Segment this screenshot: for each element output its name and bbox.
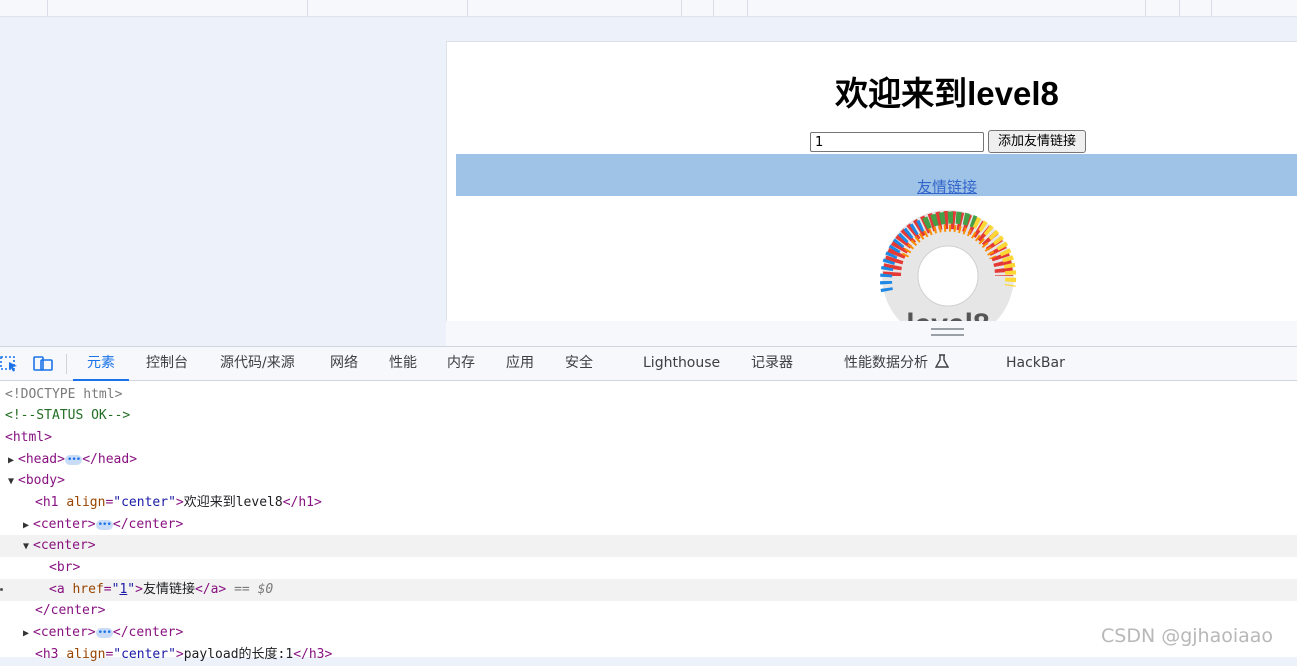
tab-lighthouse[interactable]: Lighthouse <box>643 347 720 381</box>
tab-security[interactable]: 安全 <box>565 347 593 381</box>
level8-logo-image: level8 <box>880 210 1017 324</box>
collapse-triangle-icon[interactable]: ▼ <box>23 536 33 558</box>
inspect-element-icon[interactable] <box>0 354 20 372</box>
strip-divider <box>681 0 682 16</box>
toolbar-divider <box>66 354 67 374</box>
comment-text: <!--STATUS OK--> <box>5 408 131 423</box>
tab-console[interactable]: 控制台 <box>146 347 188 381</box>
flask-icon <box>934 354 950 368</box>
h3-close-tag: </h3> <box>293 647 333 662</box>
dom-html[interactable]: <html> <box>0 427 1297 449</box>
tab-application[interactable]: 应用 <box>506 347 534 381</box>
page-area: 欢迎来到level8 添加友情链接 友情链接 level8 <box>0 17 1297 346</box>
h1-attr-name: align <box>66 495 106 510</box>
head-close-tag: </head> <box>82 452 138 467</box>
page-title: 欢迎来到level8 <box>835 75 1059 112</box>
ellipsis-icon[interactable]: ••• <box>95 520 113 530</box>
h1-open-tag: <h1 <box>35 495 67 510</box>
strip-divider <box>1145 0 1146 16</box>
tab-memory[interactable]: 内存 <box>447 347 475 381</box>
center-open-tag: <center> <box>33 517 96 532</box>
center-open-tag: <center> <box>33 538 96 553</box>
dom-center-expanded[interactable]: ▼ <center> <box>0 535 1297 557</box>
a-close-tag: </a> <box>194 582 227 597</box>
dom-doctype[interactable]: <!DOCTYPE html> <box>0 384 1297 406</box>
strip-divider <box>747 0 748 16</box>
html-tag: <html> <box>5 430 52 445</box>
viewport-bottom <box>446 321 1297 346</box>
expand-triangle-icon[interactable]: ▶ <box>23 515 33 537</box>
resize-handle[interactable] <box>931 334 964 336</box>
tab-network[interactable]: 网络 <box>330 347 358 381</box>
tab-elements[interactable]: 元素 <box>73 347 129 381</box>
devtools-tab-bar: 元素 控制台 源代码/来源 网络 性能 内存 应用 安全 Lighthouse … <box>0 346 1297 381</box>
friend-link[interactable]: 友情链接 <box>447 176 1297 197</box>
watermark: CSDN @gjhaoiaao <box>1101 625 1274 647</box>
center-close-tag: </center> <box>35 603 106 618</box>
dom-head[interactable]: ▶ <head> ••• </head> <box>0 449 1297 471</box>
head-open-tag: <head> <box>18 452 65 467</box>
dom-center-close[interactable]: </center> <box>0 600 1297 622</box>
tab-hackbar[interactable]: HackBar <box>1006 347 1065 381</box>
collapse-triangle-icon[interactable]: ▼ <box>8 471 18 493</box>
tab-performance-insights[interactable]: 性能数据分析 <box>844 347 950 381</box>
strip-divider <box>467 0 468 16</box>
body-open-tag: <body> <box>18 473 65 488</box>
dom-body[interactable]: ▼ <body> <box>0 470 1297 492</box>
strip-divider <box>713 0 714 16</box>
doctype-text: <!DOCTYPE html> <box>5 387 123 402</box>
a-open-tag: <a <box>49 582 73 597</box>
dom-h1[interactable]: <h1 align="center">欢迎来到level8</h1> <box>0 492 1297 514</box>
a-attr-quote: " <box>127 582 136 597</box>
strip-divider <box>307 0 308 16</box>
dom-comment[interactable]: <!--STATUS OK--> <box>0 405 1297 427</box>
dom-center-collapsed[interactable]: ▶ <center> ••• </center> <box>0 514 1297 536</box>
ellipsis-icon[interactable]: ••• <box>64 455 83 465</box>
expand-triangle-icon[interactable]: ▶ <box>8 450 18 472</box>
center-open-tag: <center> <box>33 625 96 640</box>
friend-link-label: 友情链接 <box>916 178 977 196</box>
page-viewport: 欢迎来到level8 添加友情链接 友情链接 level8 <box>446 41 1297 329</box>
h1-attr-value: "center" <box>113 495 176 510</box>
center-close-tag: </center> <box>112 517 184 532</box>
a-text: 友情链接 <box>142 582 195 597</box>
tab-performance[interactable]: 性能 <box>389 347 417 381</box>
dom-br[interactable]: <br> <box>0 557 1297 579</box>
h3-attr-name: align <box>66 647 106 662</box>
strip-divider <box>47 0 48 16</box>
h3-attr-value: "center" <box>113 647 176 662</box>
friend-link-input[interactable] <box>810 132 984 152</box>
dom-anchor-selected[interactable]: <a href="1">友情链接</a> == $0 <box>0 579 1297 601</box>
h1-close-tag: </h1> <box>282 495 322 510</box>
device-toolbar-icon[interactable] <box>33 354 53 372</box>
resize-handle[interactable] <box>931 328 964 330</box>
elements-tree: <!DOCTYPE html> <!--STATUS OK--> <html> … <box>0 381 1297 662</box>
h3-open-tag: <h3 <box>35 647 67 662</box>
center-close-tag: </center> <box>112 625 184 640</box>
gutter-dot <box>0 588 3 591</box>
dom-h3[interactable]: <h3 align="center">payload的长度:1</h3> <box>0 644 1297 666</box>
a-attr-name: href <box>72 582 104 597</box>
tab-performance-insights-label: 性能数据分析 <box>844 355 928 371</box>
expand-triangle-icon[interactable]: ▶ <box>23 623 33 645</box>
h3-text: payload的长度:1 <box>183 647 294 662</box>
browser-top-strip <box>0 0 1297 17</box>
ellipsis-icon[interactable]: ••• <box>95 628 113 638</box>
add-friend-link-button[interactable]: 添加友情链接 <box>988 130 1086 153</box>
br-tag: <br> <box>49 560 81 575</box>
strip-divider <box>1211 0 1212 16</box>
strip-divider <box>1179 0 1180 16</box>
h1-text: 欢迎来到level8 <box>183 495 283 510</box>
tab-recorder[interactable]: 记录器 <box>751 347 793 381</box>
tab-sources[interactable]: 源代码/来源 <box>220 347 295 381</box>
selected-node-marker: == $0 <box>226 582 274 597</box>
